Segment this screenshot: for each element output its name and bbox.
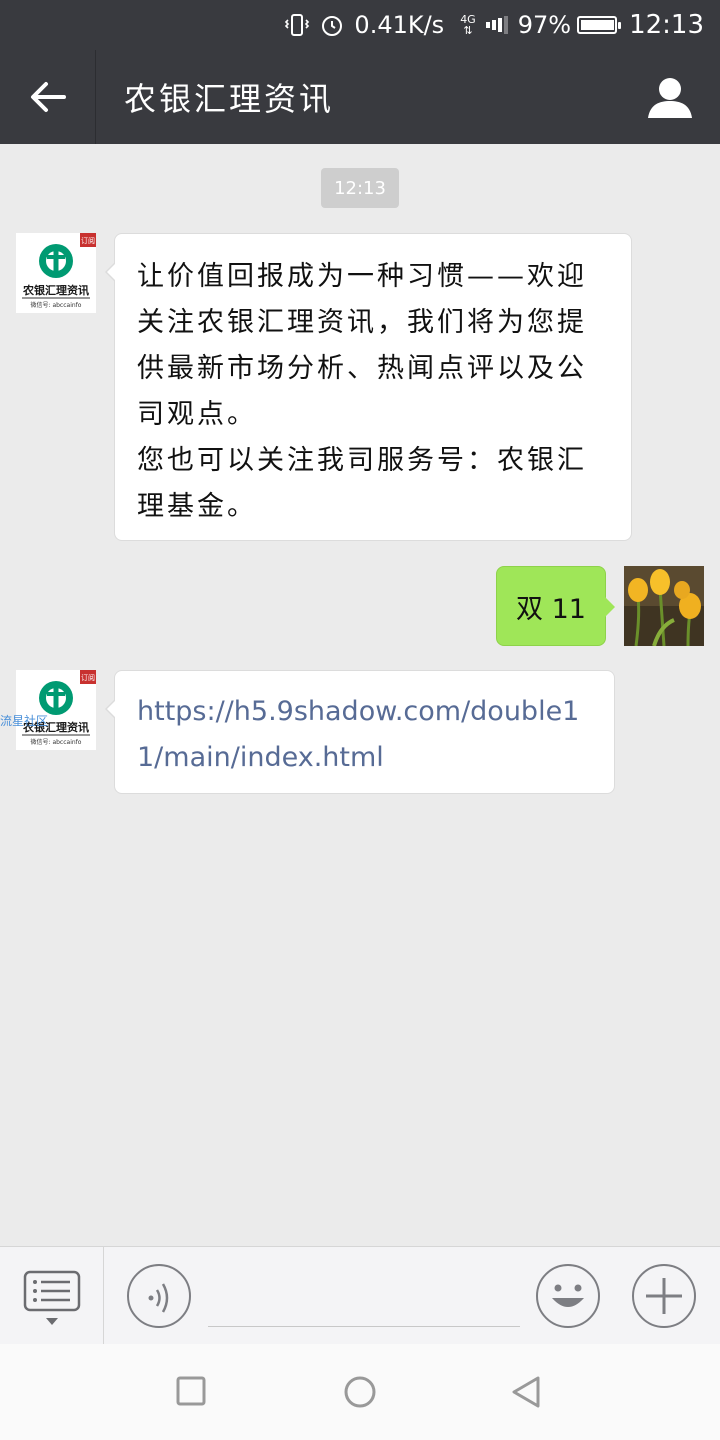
system-back-button[interactable]	[508, 1372, 548, 1412]
abc-logo-icon: 订阅 农银汇理资讯 微信号: abccainfo	[16, 233, 96, 313]
navigation-bar	[0, 1344, 720, 1440]
message-bubble[interactable]: 让价值回报成为一种习惯——欢迎关注农银汇理资讯，我们将为您提供最新市场分析、热闻…	[105, 233, 632, 541]
battery-icon	[577, 16, 622, 34]
message-text: 您也可以关注我司服务号：农银汇理基金。	[137, 445, 587, 522]
recent-apps-button[interactable]	[172, 1372, 212, 1412]
home-button[interactable]	[340, 1372, 380, 1412]
network-type: 4G ⇅	[460, 13, 476, 37]
menu-toggle-button[interactable]	[0, 1247, 104, 1345]
vibrate-icon	[284, 13, 310, 37]
voice-icon	[148, 1283, 169, 1313]
page-title: 农银汇理资讯	[124, 80, 335, 118]
svg-text:农银汇理资讯: 农银汇理资讯	[22, 283, 89, 297]
smiley-icon	[552, 1284, 584, 1307]
chat-area[interactable]: 12:13 订阅 农银汇理资讯 微信号: abccainfo 让价值回报成为一种…	[0, 144, 720, 1246]
clock: 12:13	[629, 10, 704, 40]
battery-percent: 97%	[517, 11, 572, 39]
message-link[interactable]: https://h5.9shadow.com/double11/main/ind…	[137, 696, 579, 773]
svg-text:微信号: abccainfo: 微信号: abccainfo	[31, 738, 82, 746]
svg-text:微信号: abccainfo: 微信号: abccainfo	[31, 301, 82, 309]
abc-logo-icon: 订阅 农银汇理资讯 微信号: abccainfo	[16, 670, 96, 750]
profile-button[interactable]	[646, 74, 694, 122]
square-icon	[176, 1376, 206, 1406]
title-bar: 农银汇理资讯	[0, 50, 720, 144]
back-button[interactable]	[0, 50, 96, 144]
message-text: 双 11	[516, 593, 586, 625]
tulip-avatar-icon	[624, 566, 704, 646]
svg-text:订阅: 订阅	[81, 236, 95, 245]
message-text: 让价值回报成为一种习惯——欢迎关注农银汇理资讯，我们将为您提供最新市场分析、热闻…	[137, 261, 587, 430]
emoji-button[interactable]	[536, 1264, 600, 1328]
signal-icon	[485, 16, 508, 34]
circle-icon	[344, 1376, 376, 1408]
my-message-bubble[interactable]: 双 11	[496, 566, 615, 646]
account-avatar[interactable]: 订阅 农银汇理资讯 微信号: abccainfo	[16, 233, 96, 313]
message-timestamp: 12:13	[321, 168, 399, 208]
message-input[interactable]	[208, 1267, 520, 1327]
input-bar	[0, 1246, 720, 1345]
triangle-back-icon	[512, 1376, 540, 1408]
status-bar: 0.41K/s 4G ⇅ 97% 12:13	[0, 0, 720, 50]
watermark-text: 流星社区	[0, 714, 49, 728]
alarm-icon	[320, 13, 344, 37]
network-speed: 0.41K/s	[354, 11, 445, 39]
plus-icon	[646, 1278, 682, 1314]
more-button[interactable]	[632, 1264, 696, 1328]
svg-text:订阅: 订阅	[81, 673, 95, 682]
link-message-bubble[interactable]: https://h5.9shadow.com/double11/main/ind…	[105, 670, 615, 794]
account-avatar[interactable]: 订阅 农银汇理资讯 微信号: abccainfo	[16, 670, 96, 750]
person-icon	[648, 78, 692, 118]
my-avatar[interactable]	[624, 566, 704, 646]
voice-button[interactable]	[127, 1264, 191, 1328]
arrow-left-icon	[30, 82, 66, 112]
list-menu-icon	[23, 1270, 81, 1325]
